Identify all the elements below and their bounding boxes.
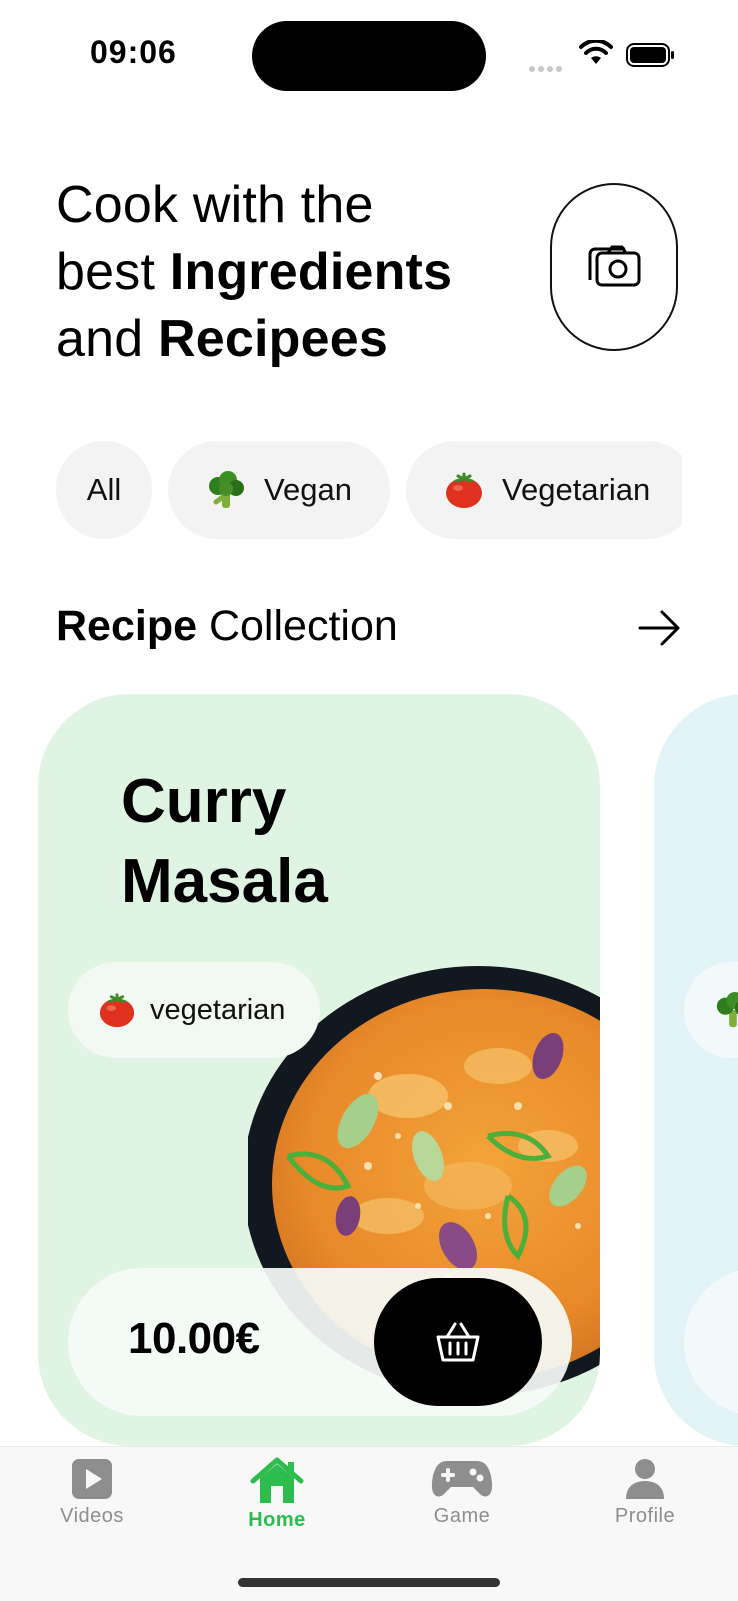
recipe-tag: [684, 962, 738, 1058]
recipe-card-next[interactable]: [654, 694, 738, 1446]
headline-emphasis-ingredients: Ingredients: [169, 243, 453, 301]
status-time: 09:06: [90, 34, 177, 70]
filter-chip-label: Vegan: [264, 472, 352, 507]
headline-text: best: [56, 243, 170, 301]
recipe-title-line: Masala: [121, 847, 328, 916]
filter-chip-vegan[interactable]: Vegan: [168, 441, 390, 539]
signal-icon: [529, 59, 565, 77]
headline-line-2: best Ingredients: [56, 239, 496, 306]
tab-label: Home: [248, 1509, 306, 1531]
filter-chips: All Vegan Vegetarian: [56, 441, 682, 553]
page-headline: Cook with the best Ingredients and Recip…: [56, 172, 496, 373]
headline-text: and: [56, 310, 159, 368]
tab-label: Videos: [60, 1505, 124, 1527]
tab-label: Game: [433, 1505, 491, 1527]
recipe-card[interactable]: Curry Masala vegetarian 10.00€: [38, 694, 600, 1446]
basket-icon: [436, 1322, 480, 1362]
recipe-price: 10.00€: [128, 1314, 260, 1363]
section-title-bold: Recipe: [56, 602, 198, 650]
filter-chip-label: All: [86, 472, 122, 507]
section-title: Recipe Collection: [56, 598, 398, 654]
play-video-icon: [72, 1459, 112, 1499]
tab-game[interactable]: Game: [392, 1457, 532, 1528]
recipe-title: Curry Masala: [121, 762, 421, 922]
broccoli-icon: [716, 991, 738, 1028]
broccoli-icon: [209, 471, 244, 508]
recipe-tag: vegetarian: [68, 962, 320, 1058]
tab-label: Profile: [614, 1505, 676, 1527]
price-bar: 10.00€: [68, 1268, 572, 1416]
filter-chip-all[interactable]: All: [56, 441, 152, 539]
tab-videos[interactable]: Videos: [22, 1457, 162, 1528]
tomato-icon: [446, 472, 482, 508]
headline-emphasis-recipees: Recipees: [158, 310, 388, 368]
camera-button[interactable]: [550, 183, 678, 351]
home-icon: [250, 1457, 304, 1503]
tab-home[interactable]: Home: [207, 1457, 347, 1532]
battery-icon: [626, 43, 674, 67]
tab-profile[interactable]: Profile: [575, 1457, 715, 1528]
status-bar: 09:06: [0, 0, 738, 110]
recipe-carousel[interactable]: Curry Masala vegetarian 10.00€: [0, 694, 738, 1446]
price-bar: [684, 1268, 738, 1416]
arrow-right-icon[interactable]: [638, 608, 682, 648]
tomato-icon: [99, 993, 135, 1028]
section-title-regular: Collection: [197, 602, 398, 650]
gamepad-icon: [431, 1461, 493, 1497]
camera-icon: [588, 245, 641, 287]
dynamic-island: [252, 21, 486, 91]
recipe-title-line: Curry: [121, 767, 287, 836]
filter-chip-vegetarian[interactable]: Vegetarian: [406, 441, 682, 539]
add-to-cart-button[interactable]: [374, 1278, 542, 1406]
home-indicator: [238, 1578, 500, 1587]
person-icon: [626, 1459, 664, 1499]
recipe-tag-label: vegetarian: [150, 993, 286, 1026]
wifi-icon: [579, 40, 613, 64]
headline-line-3: and Recipees: [56, 306, 496, 373]
headline-line-1: Cook with the: [56, 176, 374, 234]
filter-chip-label: Vegetarian: [502, 472, 651, 507]
